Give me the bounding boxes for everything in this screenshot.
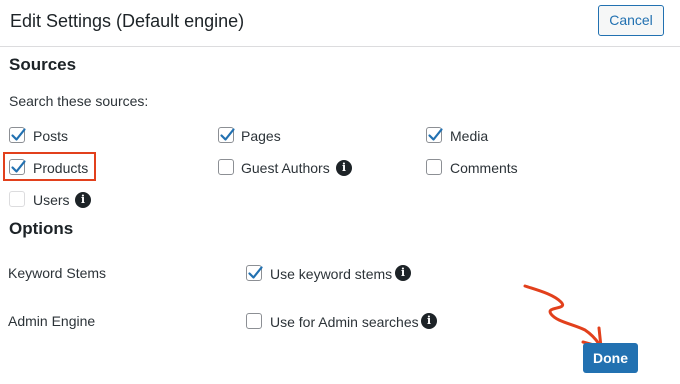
media-label: Media — [450, 128, 489, 144]
sources-subheading: Search these sources: — [9, 93, 149, 109]
checkmark-icon — [248, 266, 263, 279]
users-checkbox[interactable] — [9, 191, 25, 207]
options-heading: Options — [9, 219, 74, 238]
done-button[interactable]: Done — [583, 343, 638, 373]
info-icon[interactable]: i — [421, 313, 437, 329]
checkmark-icon — [11, 128, 26, 141]
products-label: Products — [33, 160, 89, 176]
users-label: Users — [33, 192, 70, 208]
guest-authors-checkbox[interactable] — [218, 159, 234, 175]
sources-heading: Sources — [9, 55, 77, 74]
pages-checkbox[interactable] — [218, 127, 235, 143]
comments-checkbox[interactable] — [426, 159, 442, 175]
admin-searches-checkbox[interactable] — [246, 313, 262, 329]
media-checkbox[interactable] — [426, 127, 443, 143]
admin-searches-option-label: Use for Admin searches — [270, 314, 419, 330]
posts-checkbox[interactable] — [9, 127, 26, 143]
info-icon[interactable]: i — [75, 192, 91, 208]
guest-authors-label: Guest Authors — [241, 160, 330, 176]
cancel-button[interactable]: Cancel — [598, 5, 664, 36]
keyword-stems-option-label: Use keyword stems — [270, 266, 393, 282]
dialog-title: Edit Settings (Default engine) — [10, 11, 245, 31]
checkmark-icon — [220, 128, 235, 141]
checkmark-icon — [11, 160, 26, 173]
comments-label: Comments — [450, 160, 518, 176]
keyword-stems-label: Keyword Stems — [8, 265, 107, 281]
keyword-stems-checkbox[interactable] — [246, 265, 263, 281]
info-icon[interactable]: i — [336, 160, 352, 176]
pages-label: Pages — [241, 128, 281, 144]
products-checkbox[interactable] — [9, 159, 26, 175]
checkmark-icon — [428, 128, 443, 141]
posts-label: Posts — [33, 128, 69, 144]
info-icon[interactable]: i — [395, 265, 411, 281]
admin-engine-label: Admin Engine — [8, 313, 96, 329]
